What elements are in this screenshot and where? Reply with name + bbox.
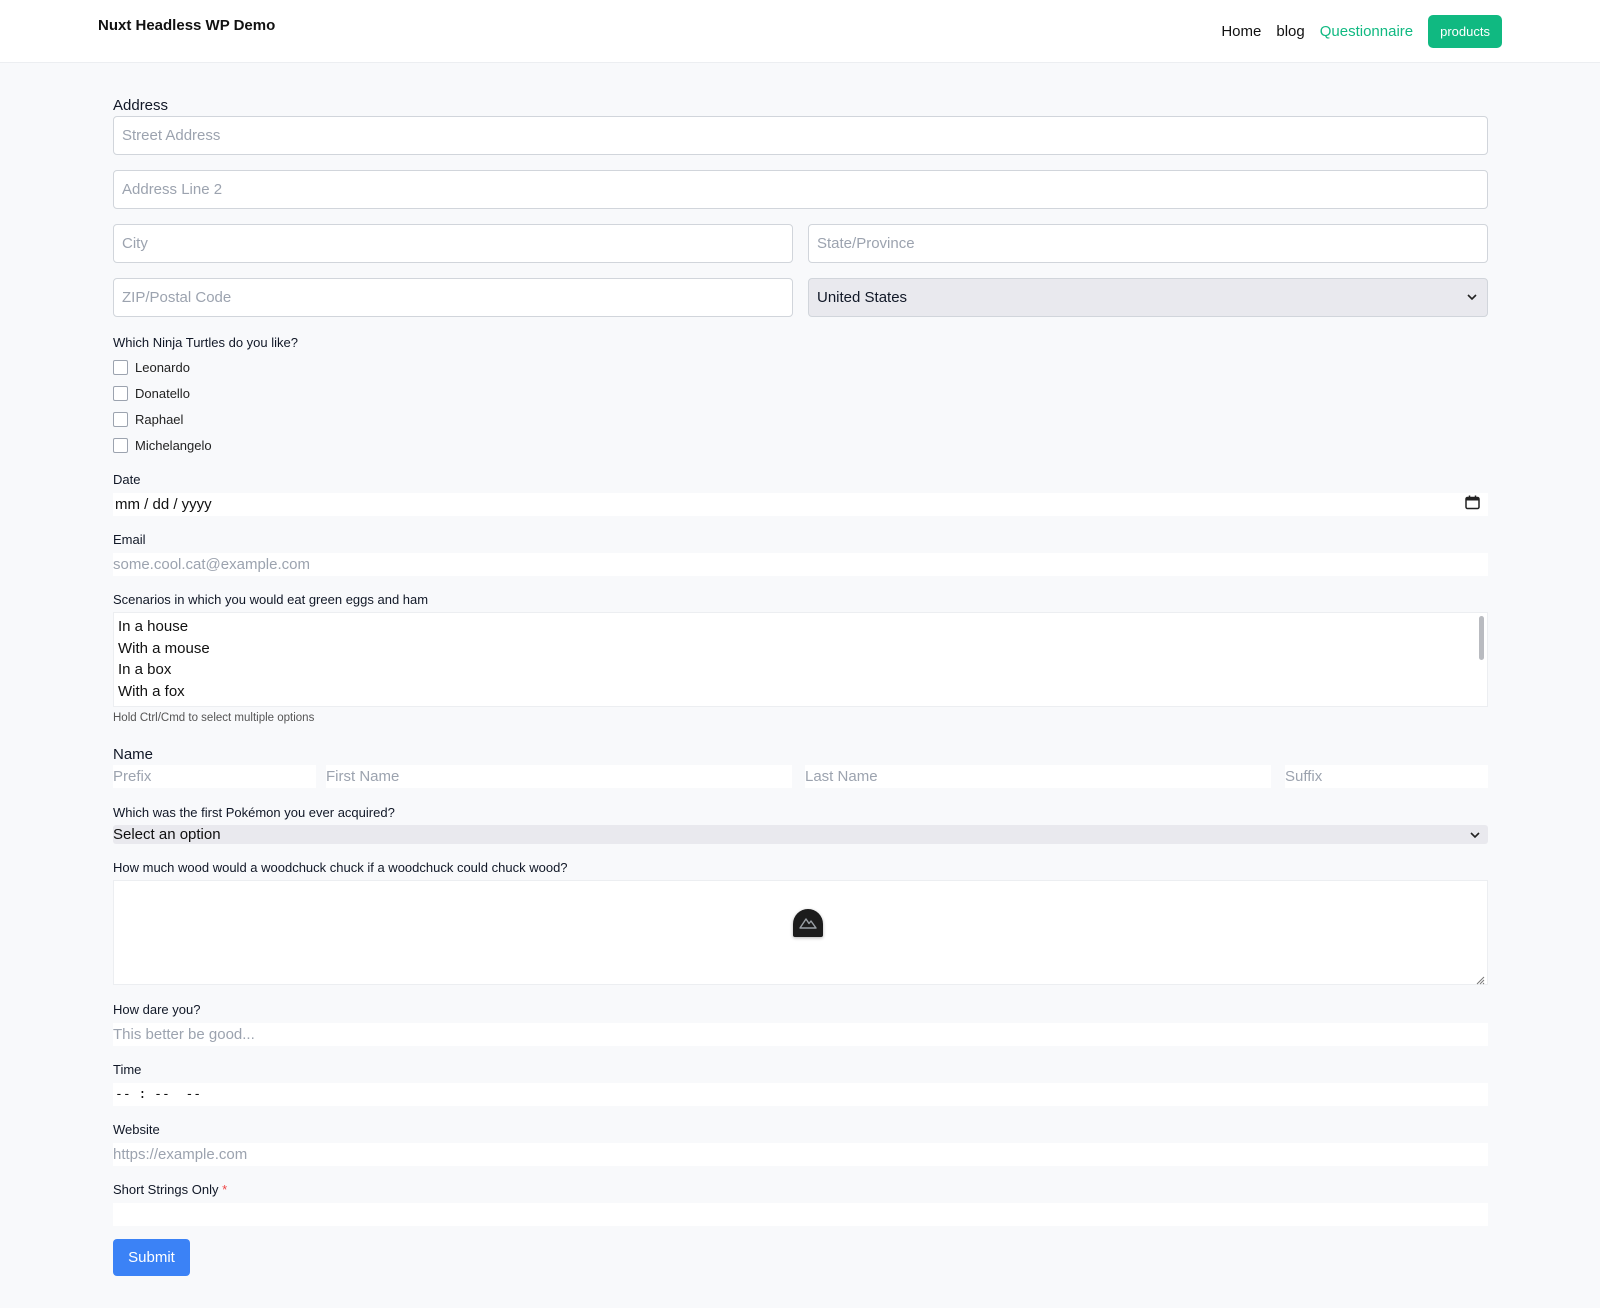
multiselect-hint: Hold Ctrl/Cmd to select multiple options xyxy=(113,712,315,724)
country-select[interactable]: United States xyxy=(808,278,1488,317)
checkbox[interactable] xyxy=(113,438,128,453)
scenario-option[interactable]: With a fox xyxy=(114,681,1487,703)
turtle-option-michelangelo[interactable]: Michelangelo xyxy=(113,438,212,453)
top-navbar: Nuxt Headless WP Demo Home blog Question… xyxy=(0,0,1600,63)
date-label: Date xyxy=(113,472,141,487)
turtle-option-leonardo[interactable]: Leonardo xyxy=(113,360,190,375)
submit-button[interactable]: Submit xyxy=(113,1239,190,1276)
time-input[interactable]: -- : -- -- xyxy=(113,1083,1488,1106)
nav-blog[interactable]: blog xyxy=(1276,21,1304,43)
chevron-down-icon xyxy=(1470,826,1480,843)
turtle-option-donatello[interactable]: Donatello xyxy=(113,386,190,401)
turtle-option-raphael[interactable]: Raphael xyxy=(113,412,183,427)
brand-title[interactable]: Nuxt Headless WP Demo xyxy=(98,17,275,34)
pokemon-select[interactable]: Select an option xyxy=(113,825,1488,844)
nav-home[interactable]: Home xyxy=(1221,21,1261,43)
name-prefix-input[interactable]: Prefix xyxy=(113,765,316,788)
address-line2-input[interactable]: Address Line 2 xyxy=(113,170,1488,209)
city-input[interactable]: City xyxy=(113,224,793,263)
zip-postal-input[interactable]: ZIP/Postal Code xyxy=(113,278,793,317)
nav-questionnaire[interactable]: Questionnaire xyxy=(1320,21,1413,43)
turtles-label: Which Ninja Turtles do you like? xyxy=(113,335,298,350)
email-input[interactable]: some.cool.cat@example.com xyxy=(113,553,1488,576)
woodchuck-label: How much wood would a woodchuck chuck if… xyxy=(113,860,568,875)
listbox-scrollbar[interactable] xyxy=(1479,616,1484,660)
checkbox[interactable] xyxy=(113,386,128,401)
time-label: Time xyxy=(113,1062,142,1077)
calendar-icon[interactable] xyxy=(1465,495,1480,514)
first-name-input[interactable]: First Name xyxy=(326,765,792,788)
website-label: Website xyxy=(113,1122,160,1137)
name-label: Name xyxy=(113,746,154,763)
dare-input[interactable]: This better be good... xyxy=(113,1023,1488,1046)
scenarios-multiselect[interactable]: In a house With a mouse In a box With a … xyxy=(113,612,1488,707)
short-strings-input[interactable] xyxy=(113,1203,1488,1226)
scenarios-label: Scenarios in which you would eat green e… xyxy=(113,592,429,607)
chevron-down-icon xyxy=(1467,292,1477,304)
required-marker: * xyxy=(222,1182,228,1197)
street-address-input[interactable]: Street Address xyxy=(113,116,1488,155)
checkbox[interactable] xyxy=(113,360,128,375)
last-name-input[interactable]: Last Name xyxy=(805,765,1271,788)
resize-handle-icon[interactable] xyxy=(1475,972,1485,985)
state-province-input[interactable]: State/Province xyxy=(808,224,1488,263)
checkbox[interactable] xyxy=(113,412,128,427)
scenario-option[interactable]: In a box xyxy=(114,659,1487,681)
short-strings-label: Short Strings Only * xyxy=(113,1182,228,1197)
name-suffix-input[interactable]: Suffix xyxy=(1285,765,1488,788)
pokemon-label: Which was the first Pokémon you ever acq… xyxy=(113,805,395,820)
email-label: Email xyxy=(113,532,146,547)
website-input[interactable]: https://example.com xyxy=(113,1143,1488,1166)
address-label: Address xyxy=(113,97,169,114)
woodchuck-textarea[interactable] xyxy=(113,880,1488,985)
scenario-option[interactable]: In a house xyxy=(114,616,1487,638)
nav-products-button[interactable]: products xyxy=(1428,15,1502,48)
main-nav: Home blog Questionnaire products xyxy=(1221,15,1502,48)
dare-label: How dare you? xyxy=(113,1002,201,1017)
nuxt-devtools-icon[interactable] xyxy=(793,909,823,937)
date-input[interactable]: mm / dd / yyyy xyxy=(113,493,1488,516)
scenario-option[interactable]: With a mouse xyxy=(114,638,1487,660)
